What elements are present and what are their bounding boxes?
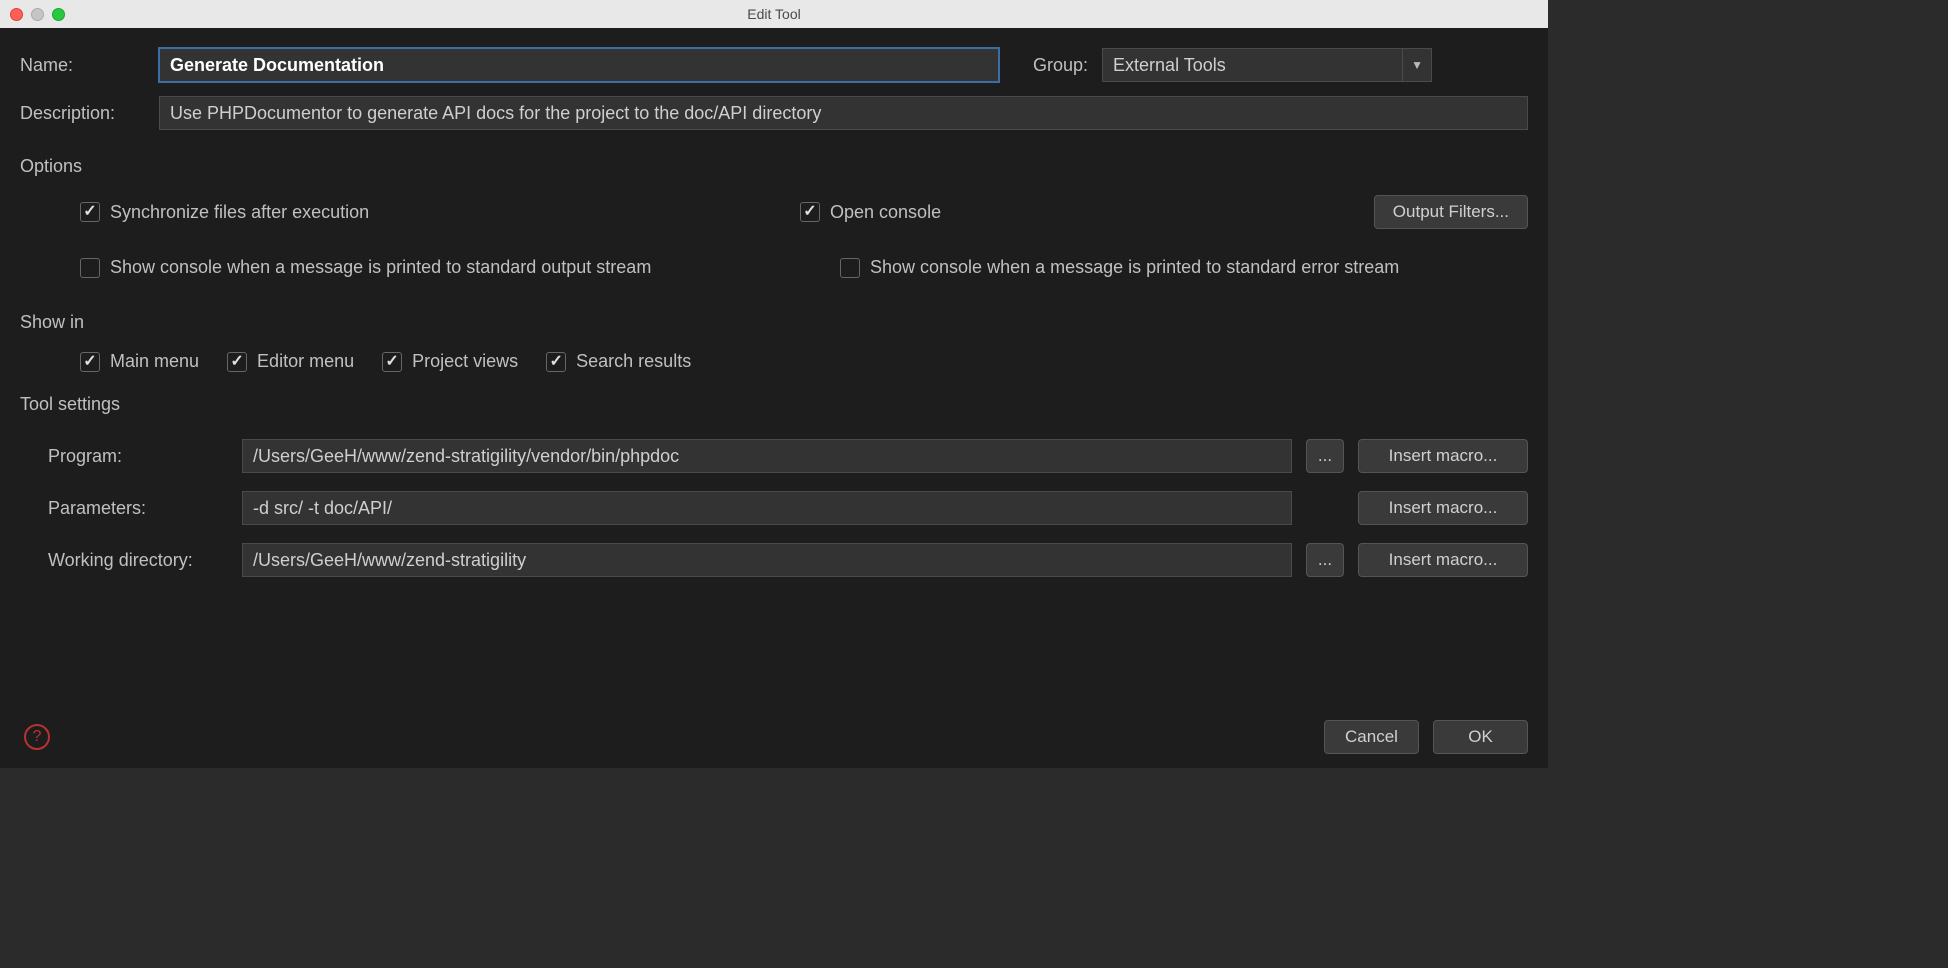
parameters-insert-macro-button[interactable]: Insert macro... bbox=[1358, 491, 1528, 525]
window-title: Edit Tool bbox=[747, 6, 800, 22]
workdir-input[interactable] bbox=[242, 543, 1292, 577]
sync-label: Synchronize files after execution bbox=[110, 202, 369, 223]
parameters-label: Parameters: bbox=[48, 498, 228, 519]
window-minimize-button[interactable] bbox=[31, 8, 44, 21]
workdir-insert-macro-button[interactable]: Insert macro... bbox=[1358, 543, 1528, 577]
name-label: Name: bbox=[20, 55, 145, 76]
editor-menu-label: Editor menu bbox=[257, 351, 354, 372]
workdir-label: Working directory: bbox=[48, 550, 228, 571]
search-results-label: Search results bbox=[576, 351, 691, 372]
program-insert-macro-button[interactable]: Insert macro... bbox=[1358, 439, 1528, 473]
stdout-label: Show console when a message is printed t… bbox=[110, 257, 651, 278]
project-views-label: Project views bbox=[412, 351, 518, 372]
window-maximize-button[interactable] bbox=[52, 8, 65, 21]
stderr-checkbox[interactable] bbox=[840, 258, 860, 278]
sync-checkbox-group[interactable]: Synchronize files after execution bbox=[80, 202, 800, 223]
program-browse-button[interactable]: ... bbox=[1306, 439, 1344, 473]
main-menu-label: Main menu bbox=[110, 351, 199, 372]
options-header: Options bbox=[20, 156, 1528, 177]
search-results-checkbox[interactable] bbox=[546, 352, 566, 372]
editor-menu-checkbox[interactable] bbox=[227, 352, 247, 372]
group-select[interactable]: External Tools ▼ bbox=[1102, 48, 1432, 82]
project-views-checkbox[interactable] bbox=[382, 352, 402, 372]
program-input[interactable] bbox=[242, 439, 1292, 473]
name-input[interactable] bbox=[159, 48, 999, 82]
description-label: Description: bbox=[20, 103, 145, 124]
tool-settings-header: Tool settings bbox=[20, 394, 1528, 415]
traffic-lights bbox=[10, 8, 65, 21]
stdout-checkbox-group[interactable]: Show console when a message is printed t… bbox=[80, 257, 800, 278]
showin-header: Show in bbox=[20, 312, 1528, 333]
open-console-checkbox-group[interactable]: Open console bbox=[800, 202, 1374, 223]
program-label: Program: bbox=[48, 446, 228, 467]
open-console-label: Open console bbox=[830, 202, 941, 223]
cancel-button[interactable]: Cancel bbox=[1324, 720, 1419, 754]
stderr-checkbox-group[interactable]: Show console when a message is printed t… bbox=[840, 257, 1399, 278]
search-results-checkbox-group[interactable]: Search results bbox=[546, 351, 691, 372]
stderr-label: Show console when a message is printed t… bbox=[870, 257, 1399, 278]
group-label: Group: bbox=[1033, 55, 1088, 76]
window-titlebar: Edit Tool bbox=[0, 0, 1548, 28]
project-views-checkbox-group[interactable]: Project views bbox=[382, 351, 518, 372]
output-filters-button[interactable]: Output Filters... bbox=[1374, 195, 1528, 229]
main-menu-checkbox-group[interactable]: Main menu bbox=[80, 351, 199, 372]
sync-checkbox[interactable] bbox=[80, 202, 100, 222]
help-icon[interactable]: ? bbox=[24, 724, 50, 750]
ok-button[interactable]: OK bbox=[1433, 720, 1528, 754]
group-select-value: External Tools bbox=[1102, 48, 1402, 82]
open-console-checkbox[interactable] bbox=[800, 202, 820, 222]
parameters-input[interactable] bbox=[242, 491, 1292, 525]
stdout-checkbox[interactable] bbox=[80, 258, 100, 278]
workdir-browse-button[interactable]: ... bbox=[1306, 543, 1344, 577]
chevron-down-icon: ▼ bbox=[1402, 48, 1432, 82]
editor-menu-checkbox-group[interactable]: Editor menu bbox=[227, 351, 354, 372]
window-close-button[interactable] bbox=[10, 8, 23, 21]
description-input[interactable] bbox=[159, 96, 1528, 130]
main-menu-checkbox[interactable] bbox=[80, 352, 100, 372]
